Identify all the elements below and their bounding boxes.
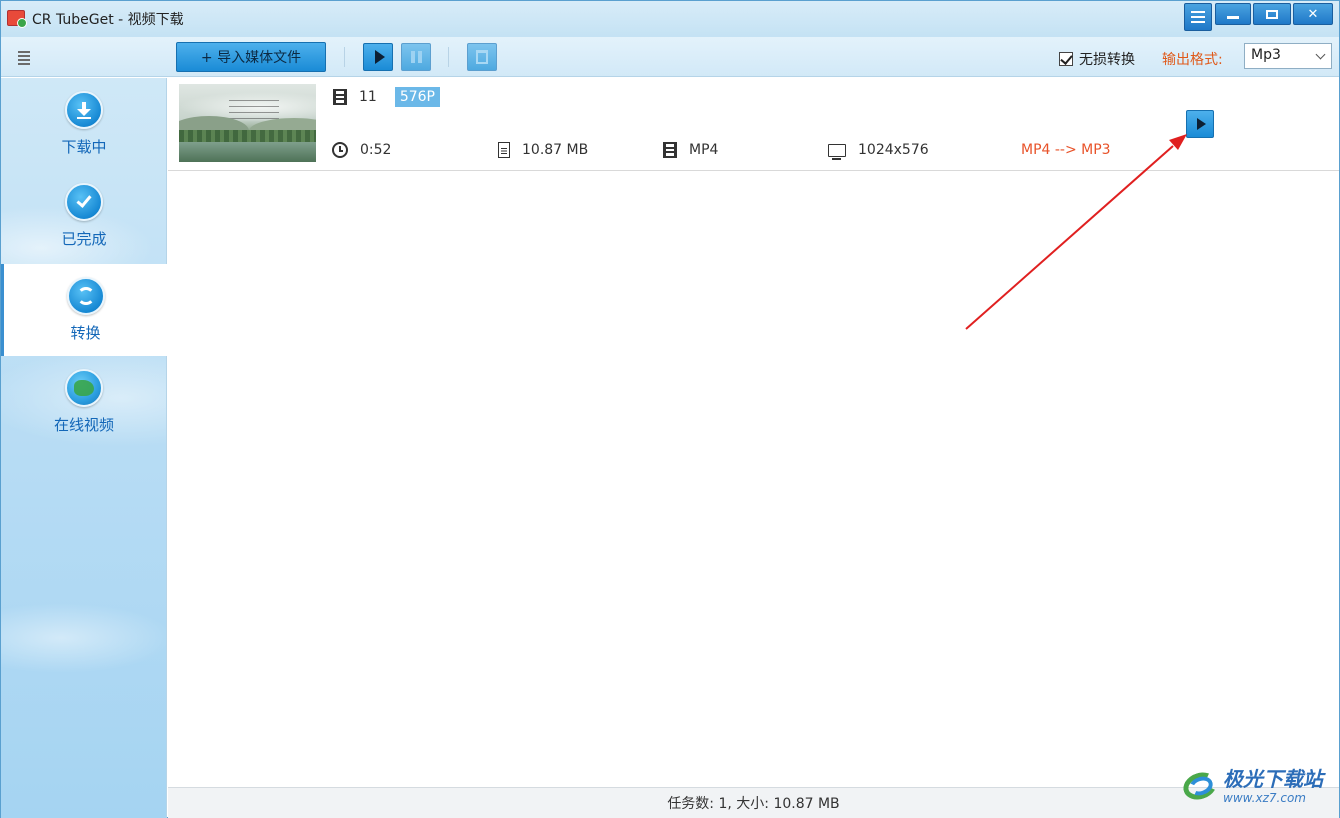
maximize-button[interactable] [1253,3,1291,25]
close-button[interactable]: ✕ [1293,3,1333,25]
toolbar: + 导入媒体文件 无损转换 输出格式: Mp3 [1,37,1339,77]
quality-badge: 576P [394,87,440,107]
app-window: CR TubeGet - 视频下载 ✕ + 导入媒体文件 无损转换 输出格式: … [0,0,1340,818]
duration-group: 0:52 [332,142,391,158]
maximize-icon [1266,9,1278,19]
status-text: 任务数: 1, 大小: 10.87 MB [667,796,840,812]
title-bar[interactable]: CR TubeGet - 视频下载 ✕ [1,1,1339,37]
minimize-icon [1227,15,1239,19]
import-media-button[interactable]: + 导入媒体文件 [176,42,326,72]
delete-button[interactable] [467,43,497,71]
convert-icon [66,277,105,315]
file-icon [498,142,510,158]
video-thumbnail [179,84,316,162]
lossless-label: 无损转换 [1079,52,1135,68]
sidebar-item-label: 转换 [70,324,101,342]
sidebar-item-online-video[interactable]: 在线视频 [1,356,167,448]
monitor-icon [828,143,846,160]
sidebar-item-convert[interactable]: 转换 [1,264,167,356]
output-format-value: Mp3 [1251,47,1281,63]
minimize-button[interactable] [1215,3,1251,25]
toolbar-separator [448,47,449,67]
pause-button[interactable] [401,43,431,71]
play-icon [1196,118,1206,130]
app-logo-icon [7,10,27,28]
task-format: MP4 [689,142,719,158]
toolbar-separator [344,47,345,67]
globe-icon [65,369,103,407]
task-list: 11 576P 0:52 10.87 MB MP4 1024x576 MP4 -… [168,78,1339,786]
watermark-url: www.xz7.com [1223,790,1306,805]
hamburger-icon [1191,11,1205,23]
task-duration: 0:52 [360,142,392,158]
play-icon [374,50,385,64]
task-row[interactable]: 11 576P 0:52 10.87 MB MP4 1024x576 MP4 -… [168,78,1339,171]
pause-icon [410,51,422,63]
size-group: 10.87 MB [498,142,588,158]
conversion-info: MP4 --> MP3 [1021,142,1111,158]
sidebar-item-label: 下载中 [61,138,107,156]
close-icon: ✕ [1307,6,1319,22]
task-name: 11 [359,89,377,105]
sidebar: 下载中 已完成 转换 在线视频 [1,78,167,818]
task-resolution: 1024x576 [858,142,929,158]
main-menu-button[interactable] [1184,3,1212,31]
chevron-down-icon [1315,49,1326,60]
task-size: 10.87 MB [522,142,589,158]
site-watermark: 极光下载站 www.xz7.com [1179,766,1323,805]
lossless-toggle[interactable]: 无损转换 [1059,49,1135,69]
start-convert-button[interactable] [1186,110,1214,138]
window-title: CR TubeGet - 视频下载 [32,12,184,28]
task-title-group: 11 576P [333,87,440,107]
output-format-label: 输出格式: [1162,52,1223,68]
clock-icon [332,142,348,158]
download-icon [65,91,103,129]
sidebar-item-label: 在线视频 [53,416,114,434]
watermark-brand: 极光下载站 [1223,766,1323,791]
status-bar: 任务数: 1, 大小: 10.87 MB [168,787,1339,818]
output-format-select[interactable]: Mp3 [1244,43,1332,69]
format-group: MP4 [663,142,718,158]
conversion-group: MP4 --> MP3 [1021,142,1111,158]
film-icon [333,89,347,105]
trash-icon [476,50,488,64]
film-icon [663,142,677,158]
sidebar-item-label: 已完成 [61,230,107,248]
sidebar-item-downloading[interactable]: 下载中 [1,78,167,170]
start-button[interactable] [363,43,393,71]
resolution-group: 1024x576 [828,142,929,160]
watermark-logo-icon [1179,767,1221,805]
sidebar-item-completed[interactable]: 已完成 [1,170,167,262]
lossless-checkbox[interactable] [1059,52,1073,66]
list-view-icon[interactable] [18,51,30,67]
check-icon [65,183,103,221]
